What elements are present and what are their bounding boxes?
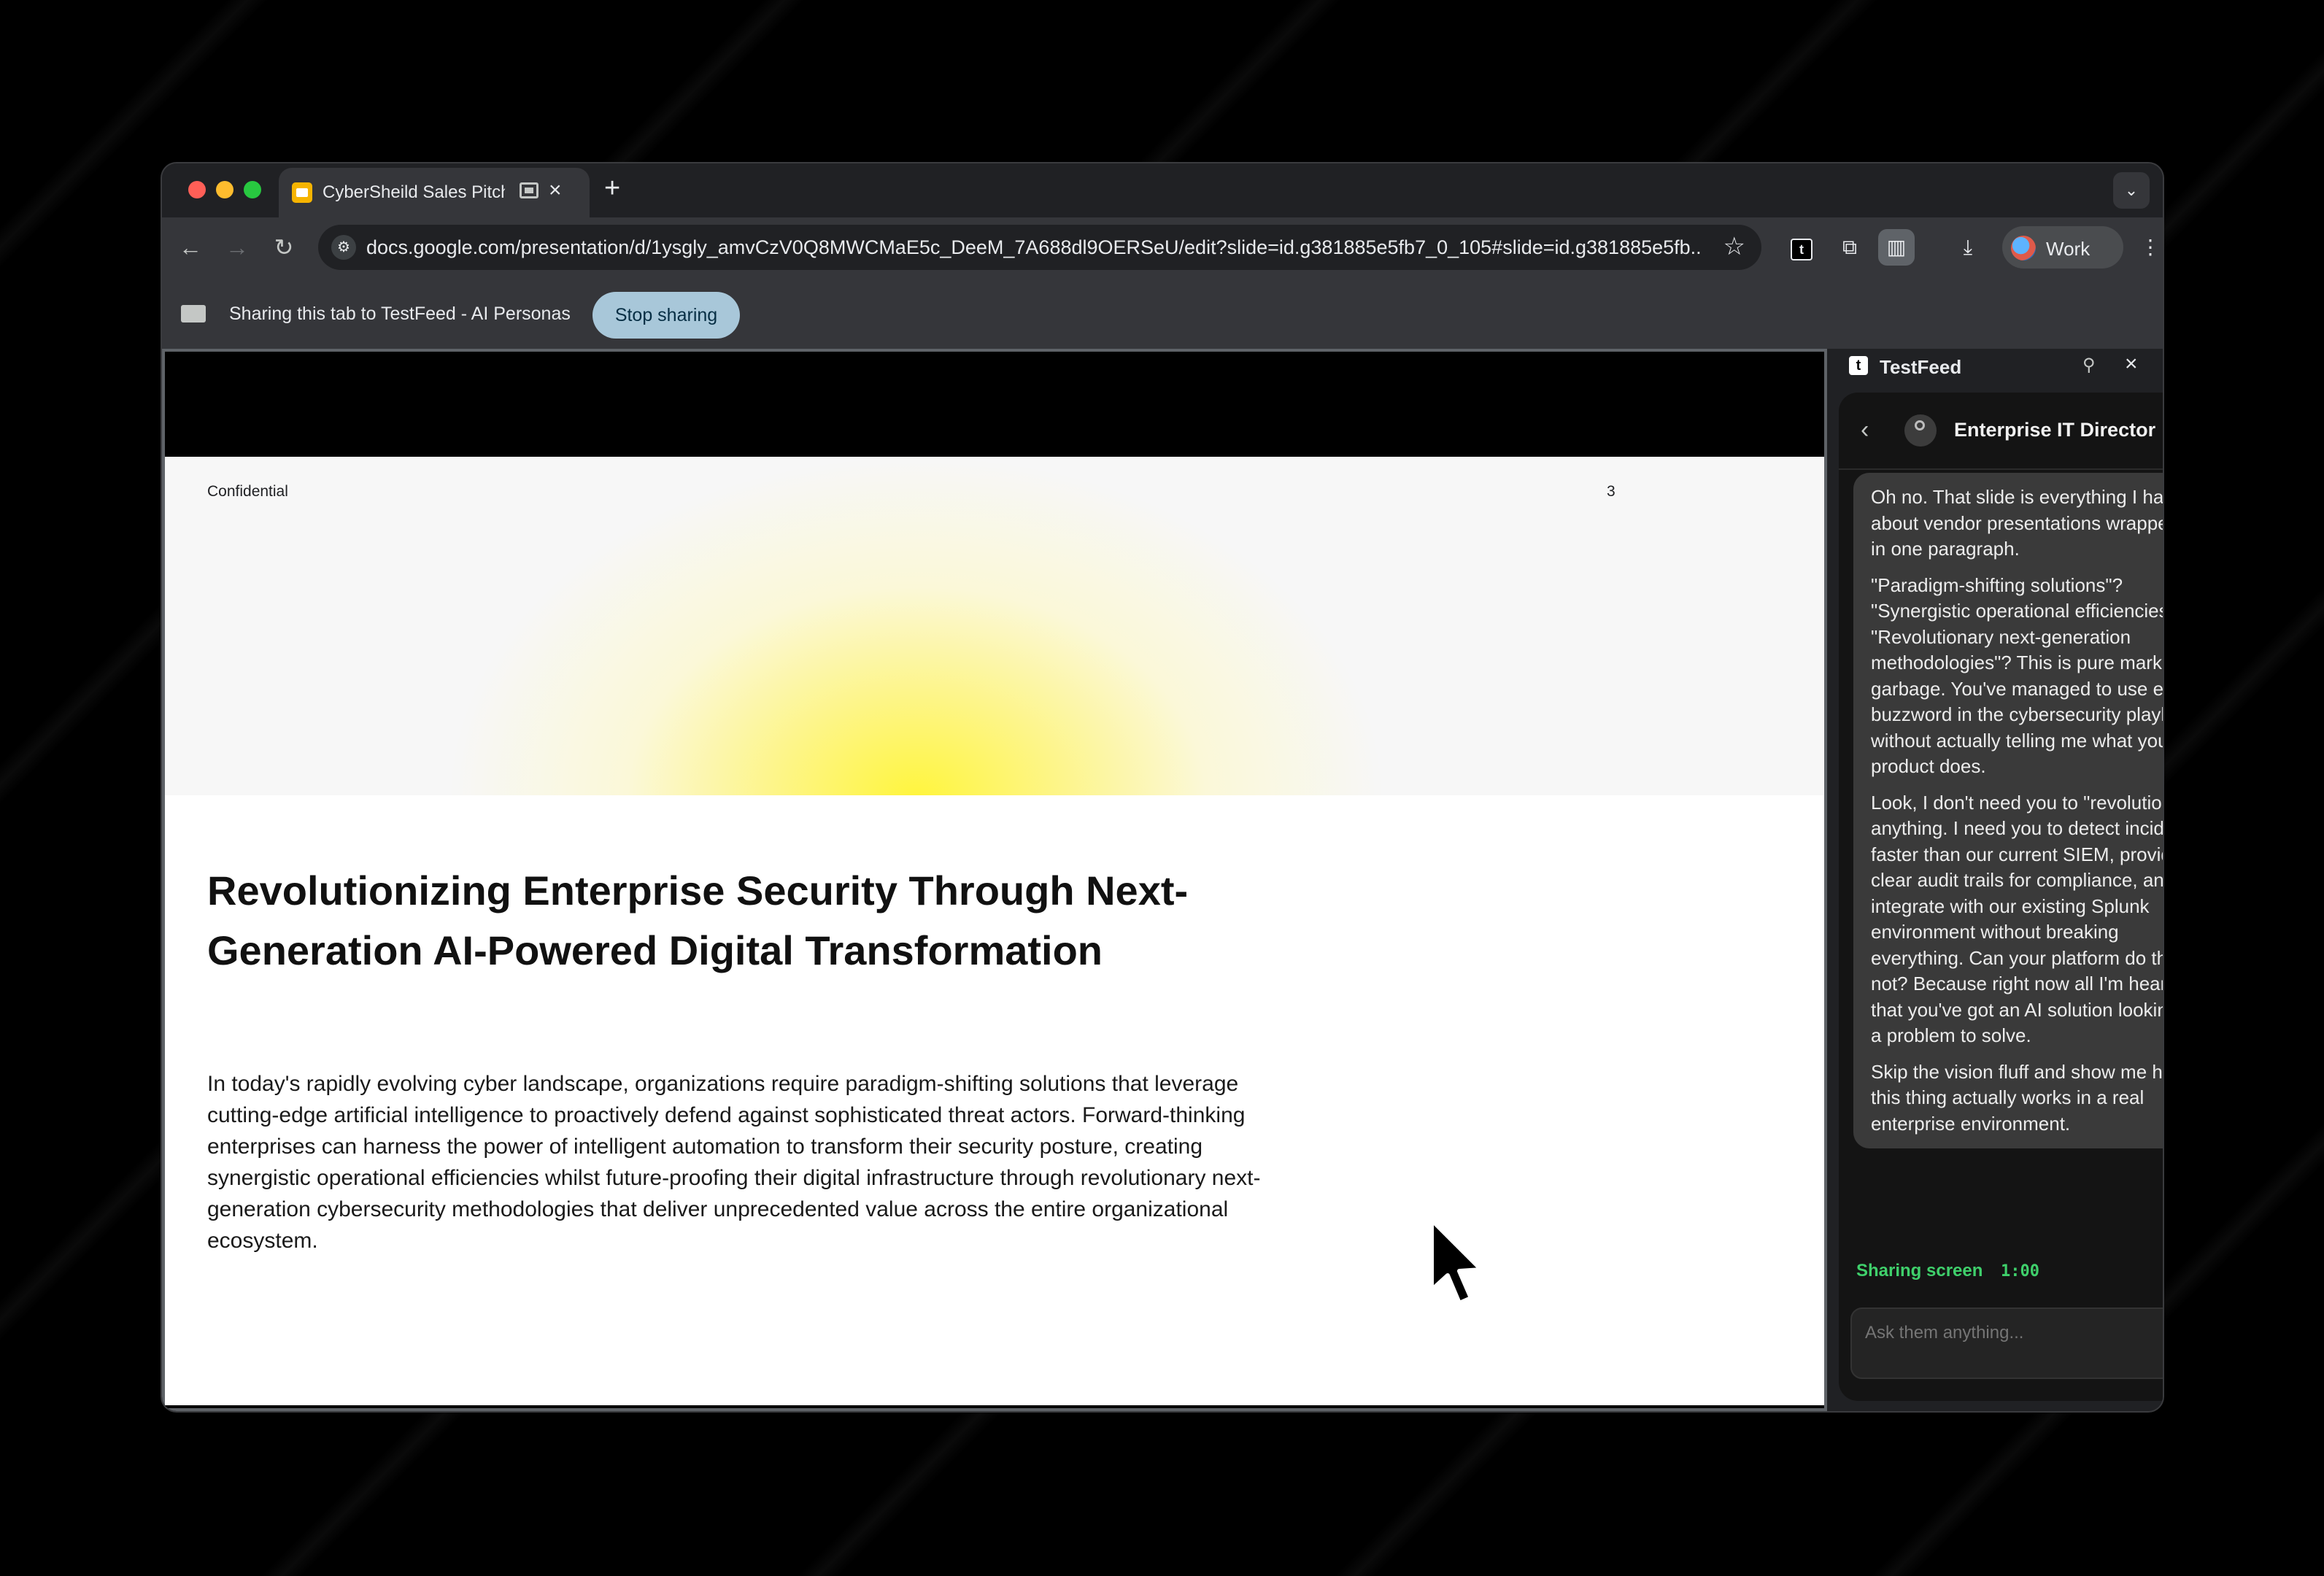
tab-active[interactable]: CyberSheild Sales Pitch - × bbox=[279, 168, 590, 217]
chat-input-box[interactable]: 🎙︎ ➤ bbox=[1850, 1307, 2163, 1379]
reload-icon[interactable]: ↻ bbox=[266, 229, 302, 266]
tab-strip: CyberSheild Sales Pitch - × + ⌄ bbox=[162, 163, 2163, 217]
chat-card: ‹ Enterprise IT Director 🔇︎ Oh no. That … bbox=[1839, 393, 2163, 1401]
avatar bbox=[2011, 236, 2036, 260]
persona-avatar-icon bbox=[1904, 414, 1937, 447]
back-arrow-icon[interactable]: ← bbox=[172, 229, 209, 266]
download-icon[interactable]: ⤓ bbox=[1950, 229, 1986, 266]
unpin-icon[interactable]: ⚲ bbox=[2082, 355, 2096, 376]
browser-toolbar: ← → ↻ ⚙ docs.google.com/presentation/d/1… bbox=[162, 217, 2163, 277]
extensions-puzzle-icon[interactable]: ⧉ bbox=[1831, 229, 1868, 266]
minimize-window-button[interactable] bbox=[216, 181, 233, 198]
tab-sharing-icon bbox=[520, 182, 538, 198]
confidential-label: Confidential bbox=[207, 483, 288, 500]
side-panel-header: t TestFeed ⚲ × bbox=[1827, 349, 2163, 385]
profile-button[interactable]: Work bbox=[2002, 226, 2123, 269]
sharing-status-row: Sharing screen 1:00 ❚❚ bbox=[1839, 1251, 2163, 1294]
slide-page-number: 3 bbox=[1607, 483, 1615, 500]
slide-heading: Revolutionizing Enterprise Security Thro… bbox=[207, 868, 1189, 973]
new-tab-button[interactable]: + bbox=[604, 174, 620, 203]
site-info-icon[interactable]: ⚙ bbox=[331, 235, 356, 260]
persona-message-bubble: Oh no. That slide is everything I hate a… bbox=[1853, 473, 2163, 1148]
message-paragraph: "Paradigm-shifting solutions"? "Synergis… bbox=[1871, 573, 2163, 778]
browser-window: CyberSheild Sales Pitch - × + ⌄ ← → ↻ ⚙ … bbox=[162, 163, 2163, 1411]
testfeed-logo-icon: t bbox=[1849, 356, 1868, 375]
screen-share-icon bbox=[181, 305, 206, 322]
profile-label: Work bbox=[2046, 238, 2091, 260]
slide-hero-gradient bbox=[165, 457, 1824, 795]
close-window-button[interactable] bbox=[188, 181, 206, 198]
window-controls bbox=[188, 181, 261, 198]
sharing-infobar: Sharing this tab to TestFeed - AI Person… bbox=[162, 277, 2163, 349]
sharing-text: Sharing this tab to TestFeed - AI Person… bbox=[229, 304, 571, 324]
tab-search-chevron-icon[interactable]: ⌄ bbox=[2113, 172, 2150, 209]
address-bar[interactable]: ⚙ docs.google.com/presentation/d/1ysgly_… bbox=[318, 225, 1761, 270]
tab-close-icon[interactable]: × bbox=[549, 178, 562, 203]
message-paragraph: Skip the vision fluff and show me how th… bbox=[1871, 1060, 2163, 1135]
chat-header: ‹ Enterprise IT Director 🔇︎ bbox=[1839, 393, 2163, 470]
testfeed-extension-icon[interactable]: t bbox=[1783, 229, 1820, 266]
panel-title: TestFeed bbox=[1880, 356, 1962, 378]
close-panel-icon[interactable]: × bbox=[2125, 352, 2138, 376]
tab-title: CyberSheild Sales Pitch - bbox=[323, 182, 505, 202]
persona-name: Enterprise IT Director bbox=[1954, 419, 2156, 441]
slide[interactable]: Confidential 3 Revolutionizing Enterpris… bbox=[165, 457, 1824, 1405]
chat-input[interactable] bbox=[1864, 1322, 2163, 1344]
stop-sharing-button[interactable]: Stop sharing bbox=[592, 292, 740, 339]
sharing-timer: 1:00 bbox=[2001, 1262, 2039, 1280]
url-text[interactable]: docs.google.com/presentation/d/1ysgly_am… bbox=[366, 236, 1702, 259]
presentation-viewport: Confidential 3 Revolutionizing Enterpris… bbox=[162, 349, 1827, 1411]
slides-icon bbox=[292, 182, 312, 203]
message-paragraph: Look, I don't need you to "revolutionize… bbox=[1871, 791, 2163, 1047]
maximize-window-button[interactable] bbox=[244, 181, 261, 198]
mouse-cursor-icon bbox=[1429, 1218, 1483, 1305]
sharing-status-label: Sharing screen bbox=[1856, 1261, 1983, 1280]
slide-body: In today's rapidly evolving cyber landsc… bbox=[207, 1072, 1261, 1253]
side-panel-icon[interactable]: ▥ bbox=[1878, 229, 1915, 266]
back-chevron-icon[interactable]: ‹ bbox=[1861, 416, 1869, 444]
more-menu-icon[interactable]: ⋮ bbox=[2132, 229, 2163, 266]
bookmark-star-icon[interactable]: ☆ bbox=[1723, 232, 1745, 261]
side-panel: t TestFeed ⚲ × ‹ Enterprise IT Director … bbox=[1827, 349, 2163, 1411]
message-paragraph: Oh no. That slide is everything I hate a… bbox=[1871, 486, 2163, 560]
forward-arrow-icon[interactable]: → bbox=[219, 229, 255, 266]
